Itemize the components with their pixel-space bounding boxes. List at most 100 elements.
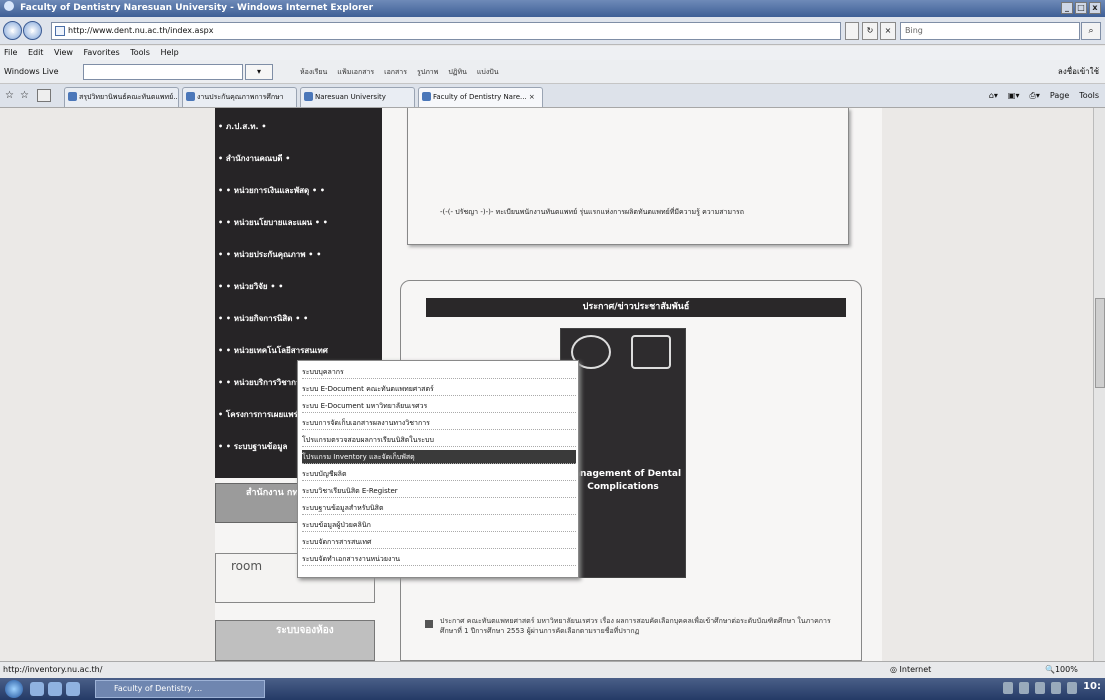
dropdown-item[interactable]: ระบบจัดทำเอกสารงานหน่วยงาน	[302, 552, 576, 566]
menu-favorites[interactable]: Favorites	[84, 48, 120, 57]
address-toolbar: ‹ › http://www.dent.nu.ac.th/index.aspx …	[0, 17, 1105, 45]
tab-2[interactable]: งานประกันคุณภาพการศึกษา	[182, 87, 297, 107]
dropdown-item-highlighted[interactable]: โปรแกรม Inventory และจัดเก็บพัสดุ	[302, 450, 576, 464]
database-dropdown-menu: ระบบบุคลากร ระบบ E-Document คณะทันตแพทยศ…	[297, 360, 579, 578]
tab-bar: ☆ ☆ สรุปวิทยานิพนธ์คณะทันตแพทย์... งานปร…	[0, 84, 1105, 108]
live-link[interactable]: ห้องเรียน	[300, 65, 327, 79]
tab-label: งานประกันคุณภาพการศึกษา	[197, 93, 284, 101]
stop-button[interactable]: ×	[880, 22, 896, 40]
close-button[interactable]: x	[1089, 2, 1101, 14]
tray-icon[interactable]	[1051, 682, 1061, 694]
nav-item[interactable]: • สำนักงานคณบดี •	[218, 152, 290, 165]
windows-live-search-button[interactable]: ▾	[245, 64, 273, 80]
nav-item[interactable]: • • หน่วยวิจัย • •	[218, 280, 283, 293]
home-icon[interactable]: ⌂▾	[989, 88, 998, 104]
system-tray	[1003, 682, 1077, 694]
tray-icon[interactable]	[1067, 682, 1077, 694]
nav-item[interactable]: • ภ.ป.ส.ท. •	[218, 120, 266, 133]
tab-3[interactable]: Naresuan University	[300, 87, 415, 107]
live-link[interactable]: แบ่งปัน	[477, 65, 499, 79]
security-zone: ◎ Internet	[890, 662, 931, 678]
windows-live-toolbar: Windows Live ▾ ห้องเรียน แฟ้มเอกสาร เอกส…	[0, 60, 1105, 84]
tray-icon[interactable]	[1003, 682, 1013, 694]
nav-item[interactable]: • • หน่วยประกันคุณภาพ • •	[218, 248, 321, 261]
ie-quicklaunch-icon[interactable]	[48, 682, 62, 696]
dropdown-item[interactable]: ระบบวิชาเรียนนิสิต E-Register	[302, 484, 576, 498]
clock[interactable]: 10:	[1083, 681, 1101, 692]
nav-item[interactable]: • • ระบบฐานข้อมูล	[218, 440, 287, 453]
menu-bar: File Edit View Favorites Tools Help	[0, 46, 1105, 60]
menu-help[interactable]: Help	[160, 48, 178, 57]
back-button[interactable]: ‹	[3, 21, 22, 40]
dropdown-item[interactable]: ระบบ E-Document มหาวิทยาลัยนเรศวร	[302, 399, 576, 413]
live-link[interactable]: รูปภาพ	[417, 65, 438, 79]
search-icon[interactable]: ⌕	[1081, 22, 1101, 40]
menu-view[interactable]: View	[54, 48, 73, 57]
nav-item[interactable]: • • หน่วยนโยบายและแผน • •	[218, 216, 328, 229]
live-link[interactable]: เอกสาร	[384, 65, 407, 79]
zoom-value: 100%	[1054, 665, 1078, 674]
taskbar: Faculty of Dentistry ... 10:	[0, 678, 1105, 700]
address-bar[interactable]: http://www.dent.nu.ac.th/index.aspx	[51, 22, 841, 40]
live-link[interactable]: แฟ้มเอกสาร	[337, 65, 374, 79]
nav-item[interactable]: • • หน่วยบริการวิชาการ	[218, 376, 305, 389]
globe-icon: ◎	[890, 665, 900, 674]
dropdown-item[interactable]: ระบบจัดการสารสนเทศ	[302, 535, 576, 549]
tab-4-active[interactable]: Faculty of Dentistry Nare... ×	[418, 87, 543, 107]
tab-1[interactable]: สรุปวิทยานิพนธ์คณะทันตแพทย์...	[64, 87, 179, 107]
taskbar-button-ie[interactable]: Faculty of Dentistry ...	[95, 680, 265, 698]
search-input[interactable]: Bing	[900, 22, 1080, 40]
nav-item[interactable]: • • หน่วยการเงินและพัสดุ • •	[218, 184, 325, 197]
menu-file[interactable]: File	[4, 48, 17, 57]
compatibility-icon[interactable]	[845, 22, 859, 40]
ie-icon	[4, 1, 14, 11]
favorites-star-icon[interactable]: ☆	[5, 90, 14, 101]
quick-tabs-icon[interactable]	[37, 89, 51, 102]
start-button[interactable]	[5, 680, 23, 698]
minimize-button[interactable]: _	[1061, 2, 1073, 14]
tab-label: สรุปวิทยานิพนธ์คณะทันตแพทย์...	[79, 93, 179, 101]
tools-menu[interactable]: Tools	[1079, 88, 1099, 104]
tray-icon[interactable]	[1019, 682, 1029, 694]
close-tab-icon[interactable]: ×	[529, 93, 535, 101]
dropdown-item[interactable]: ระบบบุคลากร	[302, 365, 576, 379]
tab-page-icon	[422, 92, 431, 101]
bullet-icon	[425, 620, 433, 628]
refresh-button[interactable]: ↻	[862, 22, 878, 40]
sign-in-link[interactable]: ลงชื่อเข้าใช้	[1058, 65, 1099, 79]
windows-live-search[interactable]	[83, 64, 243, 80]
maximize-button[interactable]: □	[1075, 2, 1087, 14]
forward-button[interactable]: ›	[23, 21, 42, 40]
print-icon[interactable]: ⎙▾	[1029, 88, 1039, 104]
nav-item[interactable]: • • หน่วยกิจการนิสิต • •	[218, 312, 308, 325]
zoom-level[interactable]: 🔍100%	[1045, 662, 1078, 678]
dropdown-item[interactable]: ระบบข้อมูลผู้ป่วยคลินิก	[302, 518, 576, 532]
faculty-logo-icon	[631, 335, 671, 369]
dropdown-item[interactable]: ระบบ E-Document คณะทันตแพทยศาสตร์	[302, 382, 576, 396]
vertical-scrollbar[interactable]	[1093, 108, 1105, 661]
tab-label: Naresuan University	[315, 93, 386, 101]
dropdown-item[interactable]: โปรแกรมตรวจสอบผลการเรียนนิสิตในระบบ	[302, 433, 576, 447]
banner-system[interactable]: ระบบจองห้อง	[215, 620, 375, 661]
page-icon	[55, 26, 65, 36]
tray-icon[interactable]	[1035, 682, 1045, 694]
window-title: Faculty of Dentistry Naresuan University…	[20, 3, 374, 13]
dropdown-item[interactable]: ระบบฐานข้อมูลสำหรับนิสิต	[302, 501, 576, 515]
news-body-text[interactable]: ประกาศ คณะทันตแพทยศาสตร์ มหาวิทยาลัยนเรศ…	[440, 616, 840, 636]
live-link[interactable]: ปฏิทิน	[448, 65, 467, 79]
dropdown-item[interactable]: ระบบบัญชีผลิต	[302, 467, 576, 481]
scrollbar-thumb[interactable]	[1095, 298, 1105, 388]
zone-label: Internet	[899, 665, 932, 674]
zoom-icon: 🔍	[1045, 665, 1055, 674]
add-favorites-icon[interactable]: ☆	[20, 90, 29, 101]
menu-tools[interactable]: Tools	[130, 48, 150, 57]
nav-item[interactable]: • • หน่วยเทคโนโลยีสารสนเทศ	[218, 344, 328, 357]
menu-edit[interactable]: Edit	[28, 48, 44, 57]
dropdown-item[interactable]: ระบบการจัดเก็บเอกสารผลงานทางวิชาการ	[302, 416, 576, 430]
show-desktop-icon[interactable]	[30, 682, 44, 696]
windows-live-links: ห้องเรียน แฟ้มเอกสาร เอกสาร รูปภาพ ปฏิทิ…	[300, 65, 499, 79]
page-menu[interactable]: Page	[1050, 88, 1069, 104]
news-header: ประกาศ/ข่าวประชาสัมพันธ์	[426, 298, 846, 317]
media-quicklaunch-icon[interactable]	[66, 682, 80, 696]
feeds-icon[interactable]: ▣▾	[1008, 88, 1020, 104]
